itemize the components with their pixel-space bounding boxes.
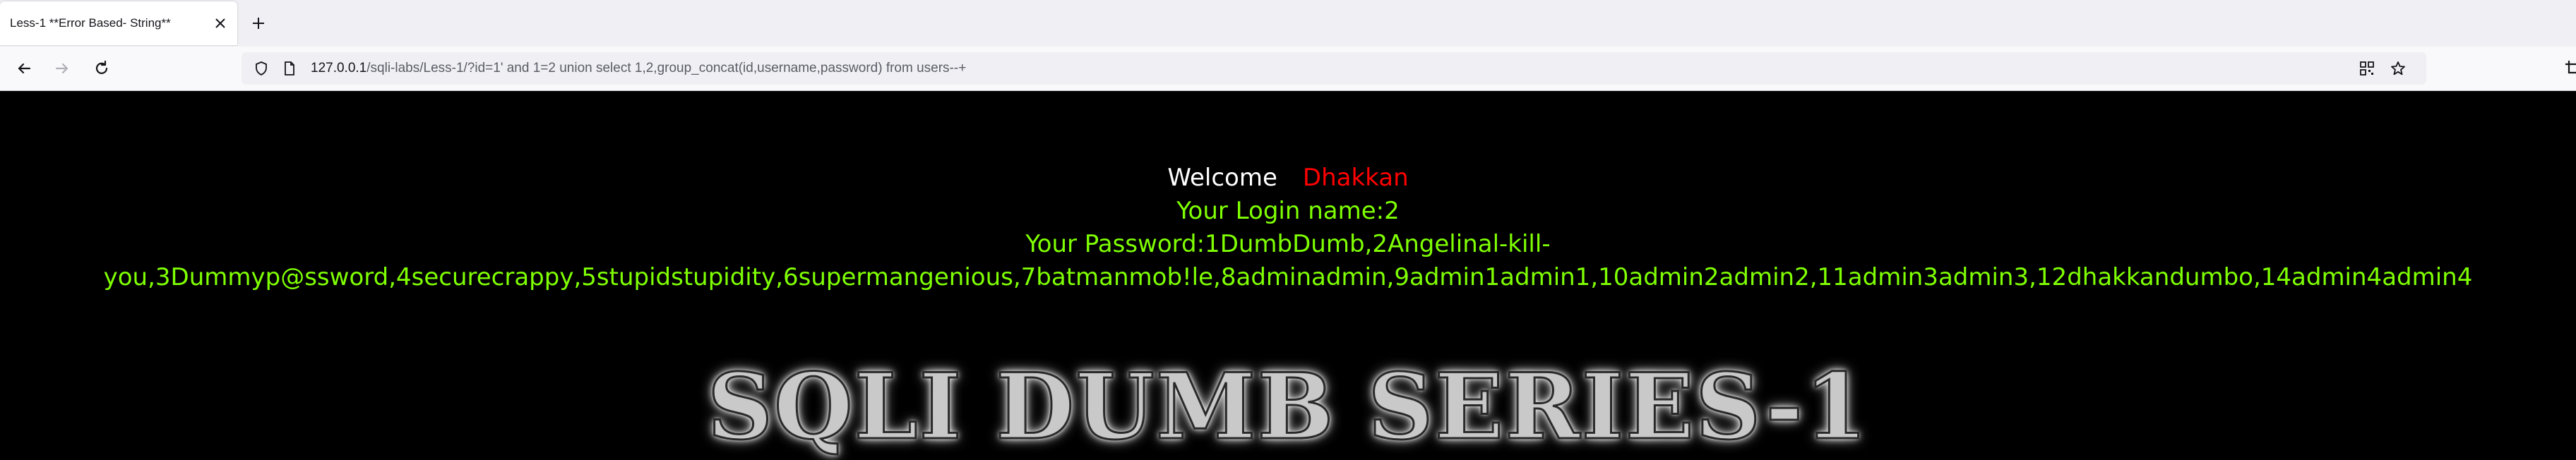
url-host: 127.0.0.1: [311, 61, 367, 75]
plus-icon[interactable]: [249, 13, 268, 33]
nav-toolbar: 127.0.0.1/sqli-labs/Less-1/?id=1' and 1=…: [0, 47, 2576, 91]
login-name-line: Your Login name:2: [1176, 197, 1400, 225]
banner-title: SQLI DUMB SERIES-1: [706, 354, 1869, 460]
shield-icon[interactable]: [253, 60, 270, 77]
tab-title: Less-1 **Error Based- String**: [10, 16, 171, 30]
url-path: /sqli-labs/Less-1/?id=1' and 1=2 union s…: [366, 61, 967, 75]
qr-code-icon[interactable]: [2359, 60, 2375, 77]
page-icon[interactable]: [281, 60, 298, 77]
series-banner: SQLI DUMB SERIES-1: [0, 354, 2576, 460]
welcome-name: Dhakkan: [1302, 164, 1409, 192]
result-block: Welcome Dhakkan Your Login name:2 Your Pa…: [0, 162, 2576, 294]
tab-close-icon[interactable]: [212, 15, 229, 32]
url-bar[interactable]: 127.0.0.1/sqli-labs/Less-1/?id=1' and 1=…: [242, 52, 2426, 85]
crop-icon[interactable]: [2563, 59, 2576, 78]
welcome-label: Welcome: [1167, 164, 1277, 192]
password-line: Your Password:1DumbDumb,2Angelinal-kill-…: [103, 230, 2473, 291]
browser-tab[interactable]: Less-1 **Error Based- String**: [0, 1, 237, 45]
welcome-line: Welcome Dhakkan: [0, 162, 2576, 195]
reload-icon[interactable]: [92, 59, 112, 78]
forward-icon[interactable]: [52, 59, 72, 78]
back-icon[interactable]: [14, 59, 34, 78]
url-text[interactable]: 127.0.0.1/sqli-labs/Less-1/?id=1' and 1=…: [311, 52, 966, 85]
page-body: Welcome Dhakkan Your Login name:2 Your Pa…: [0, 91, 2576, 458]
tab-strip: Less-1 **Error Based- String**: [0, 0, 2576, 47]
star-icon[interactable]: [2390, 60, 2407, 77]
